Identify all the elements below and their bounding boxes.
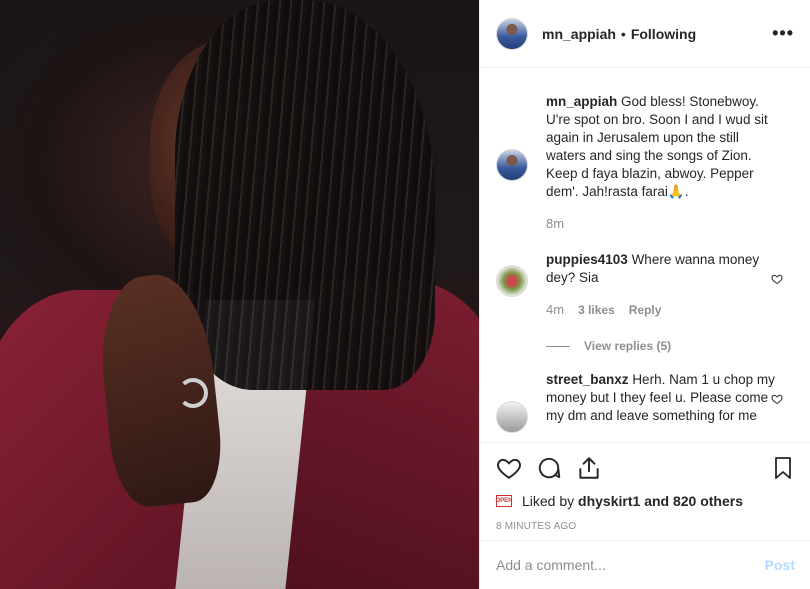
comment-body: mn_appiah God bless! Stonebwoy. U're spo…: [546, 93, 776, 233]
reply-button[interactable]: Reply: [629, 301, 662, 319]
following-button[interactable]: Following: [631, 26, 696, 42]
liker-avatar[interactable]: OPEN: [496, 495, 513, 507]
post-sidebar: mn_appiah • Following ••• mn_appiah God …: [479, 0, 810, 589]
like-comment-heart-icon[interactable]: [771, 393, 783, 405]
comment-text: God bless! Stonebwoy. U're spot on bro. …: [546, 94, 768, 199]
add-comment-bar: Post: [480, 540, 810, 589]
commenter-avatar[interactable]: [496, 265, 528, 297]
like-comment-heart-icon[interactable]: [771, 273, 783, 285]
comment-username[interactable]: street_banxz: [546, 372, 629, 387]
comment-meta: 4m 3 likes Reply: [546, 301, 776, 319]
header-separator: •: [620, 25, 626, 42]
comment-body: puppies4103 Where wanna money dey? Sia 4…: [546, 251, 776, 319]
action-icons: [496, 453, 795, 483]
comment-username[interactable]: puppies4103: [546, 252, 628, 267]
share-icon[interactable]: [576, 455, 602, 481]
likes-others[interactable]: and 820 others: [644, 493, 743, 509]
more-options-icon[interactable]: •••: [772, 23, 794, 44]
commenter-avatar[interactable]: [496, 149, 528, 181]
list-item: puppies4103 Where wanna money dey? Sia 4…: [496, 251, 795, 319]
post-header: mn_appiah • Following •••: [480, 0, 810, 68]
list-item: mn_appiah God bless! Stonebwoy. U're spo…: [496, 69, 795, 233]
post-timestamp[interactable]: 8 MINUTES AGO: [496, 521, 795, 532]
post-actions: OPEN Liked by dhyskirt1 and 820 others 8…: [480, 442, 810, 532]
bookmark-icon[interactable]: [771, 455, 795, 481]
photo-hair: [175, 0, 435, 390]
comment-meta: 8m: [546, 215, 776, 233]
comment-time[interactable]: 8m: [546, 215, 564, 233]
comment-time[interactable]: 4m: [546, 301, 564, 319]
liker-username[interactable]: dhyskirt1: [578, 493, 640, 509]
view-replies-label: View replies (5): [584, 339, 672, 353]
post-comment-button[interactable]: Post: [765, 557, 795, 573]
comment-bubble-icon[interactable]: [536, 455, 562, 481]
comment-likes[interactable]: 3 likes: [578, 301, 615, 319]
view-replies-line: [546, 345, 570, 347]
photo-ring: [178, 378, 208, 408]
author-username[interactable]: mn_appiah: [542, 26, 616, 42]
likes-prefix: Liked by: [522, 493, 575, 509]
likes-summary: OPEN Liked by dhyskirt1 and 820 others: [496, 493, 795, 509]
view-replies-button[interactable]: View replies (5): [546, 339, 795, 353]
comments-list[interactable]: mn_appiah God bless! Stonebwoy. U're spo…: [480, 69, 810, 442]
add-comment-input[interactable]: [496, 557, 765, 573]
post-photo[interactable]: [0, 0, 479, 589]
author-avatar[interactable]: [496, 17, 528, 50]
commenter-avatar[interactable]: [496, 401, 528, 433]
comment-username[interactable]: mn_appiah: [546, 94, 617, 109]
list-item: street_banxz Herh. Nam 1 u chop my money…: [496, 371, 795, 433]
like-heart-icon[interactable]: [496, 455, 522, 481]
comment-body: street_banxz Herh. Nam 1 u chop my money…: [546, 371, 776, 433]
